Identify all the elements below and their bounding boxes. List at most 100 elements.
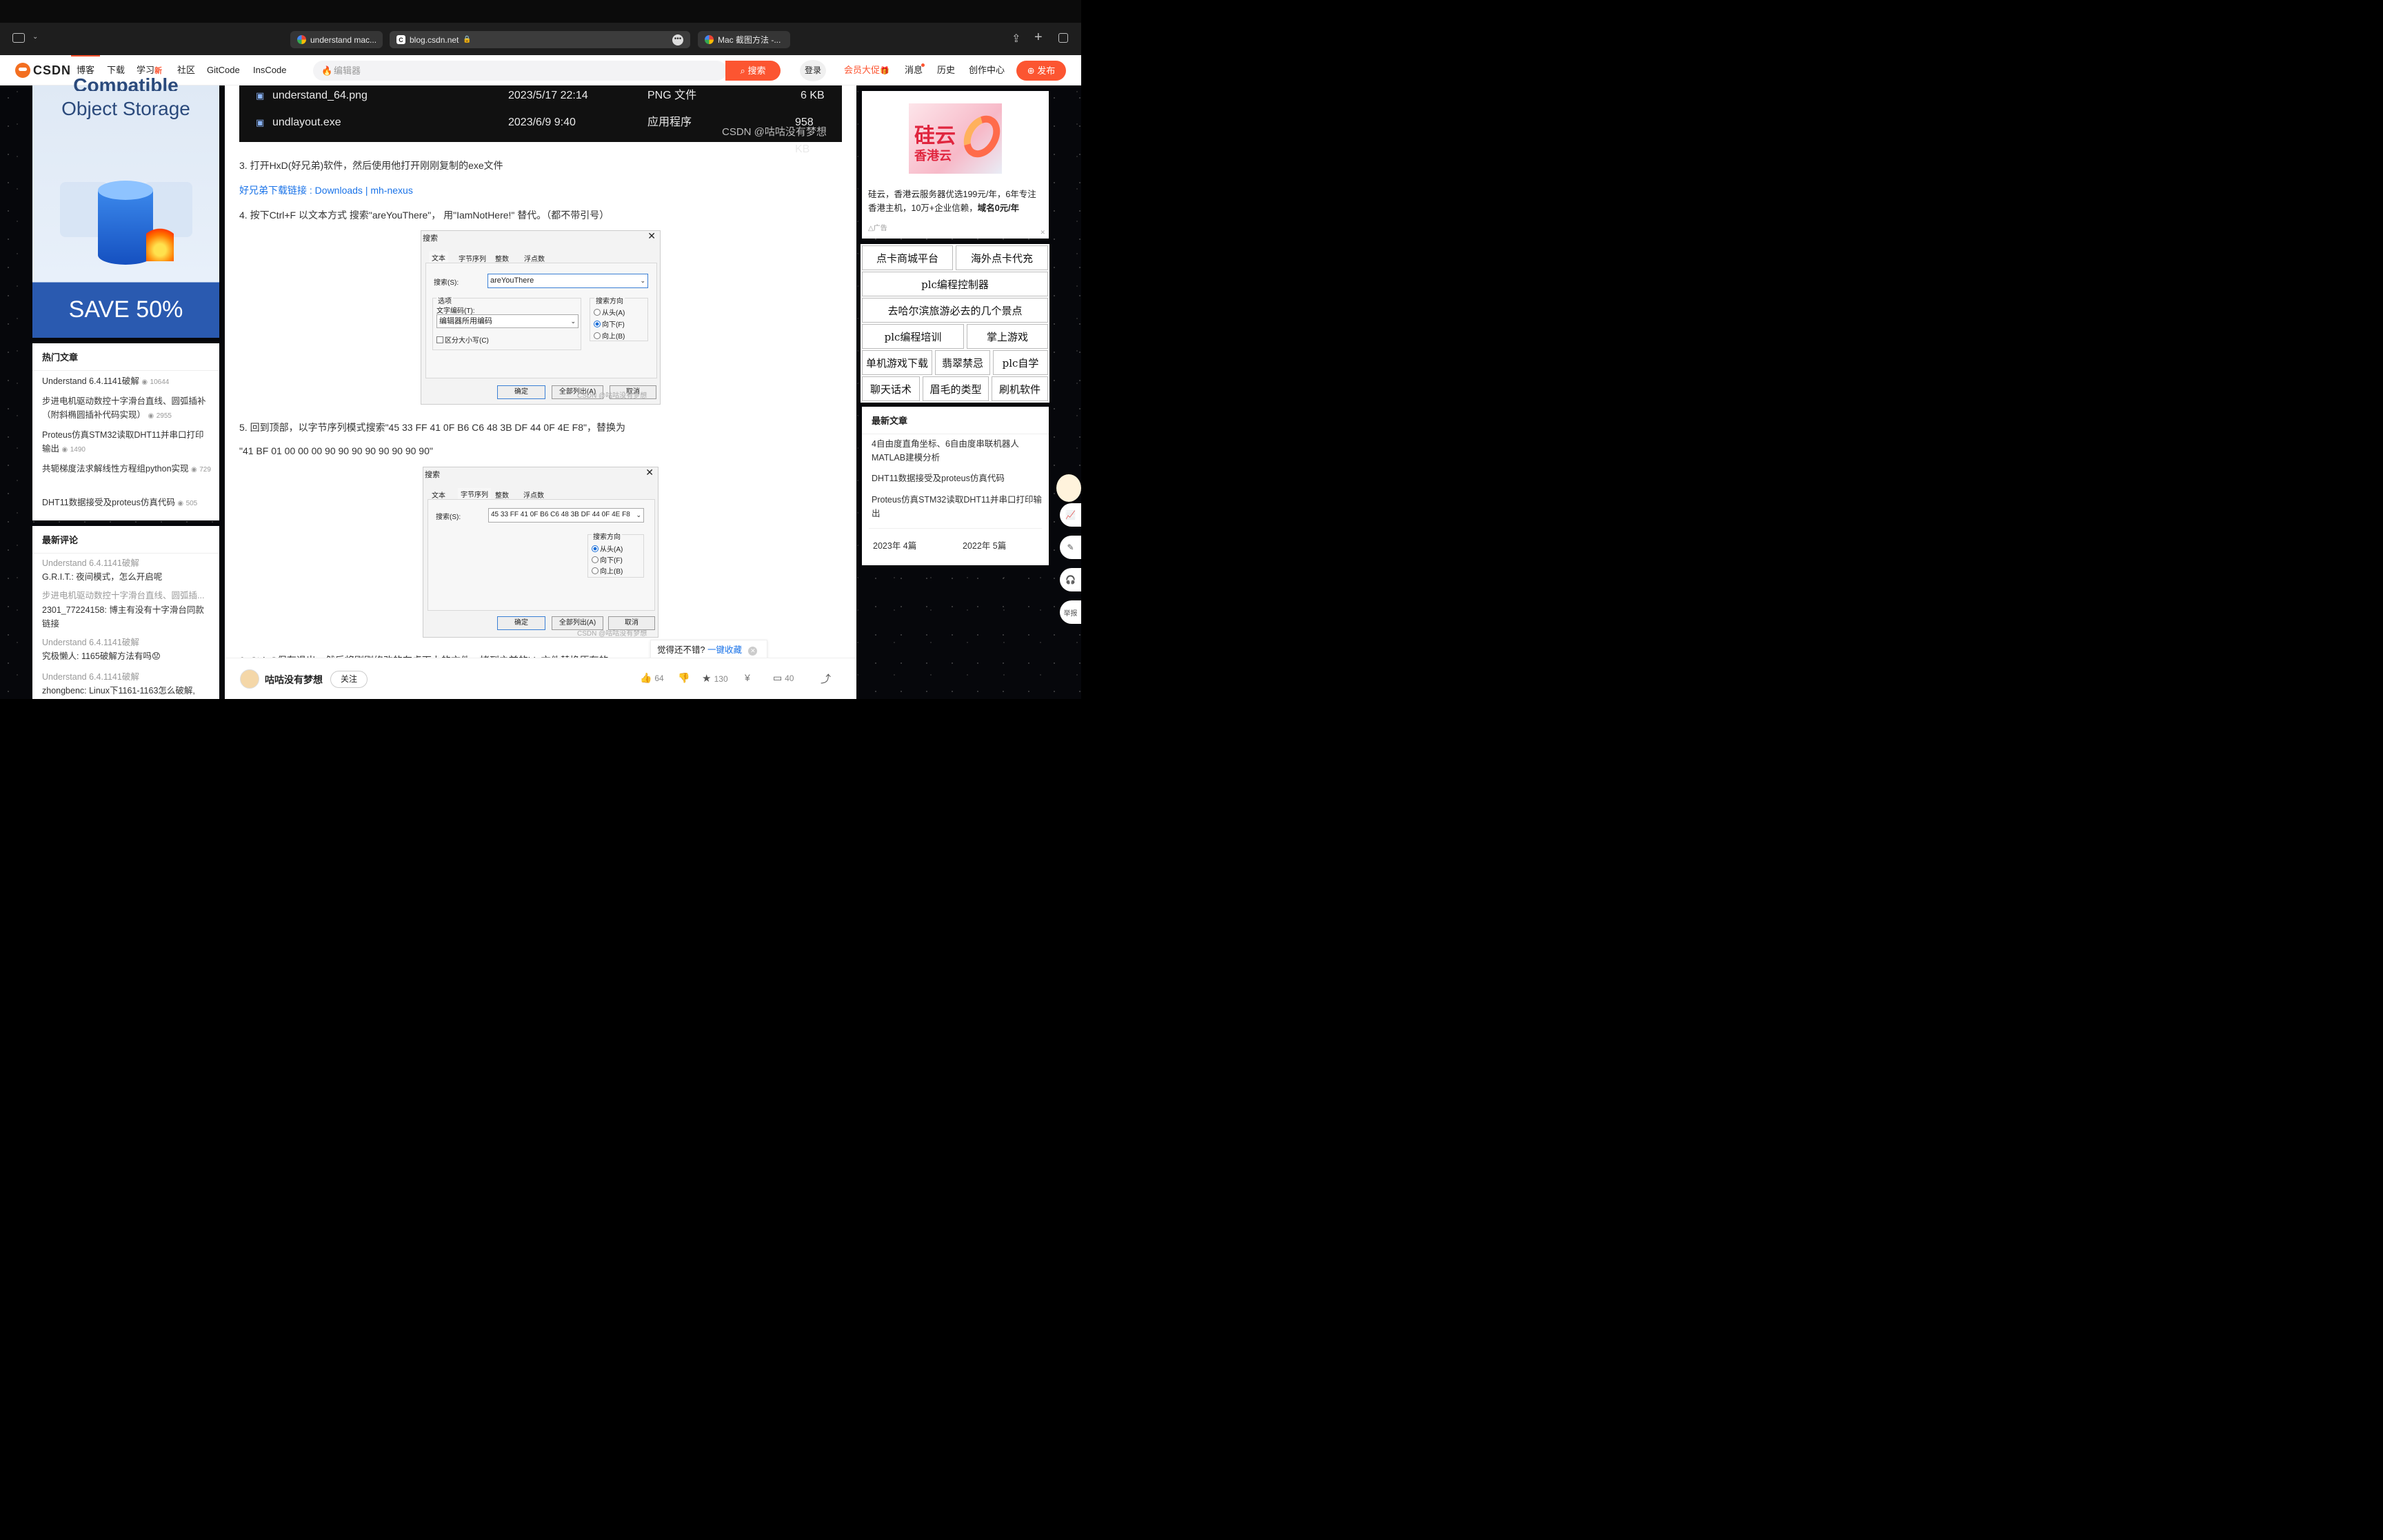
file-list-screenshot: ▣ understand_64.png 2023/5/17 22:14 PNG … bbox=[239, 85, 842, 155]
login-button[interactable]: 登录 bbox=[800, 60, 826, 81]
address-bar[interactable]: C blog.csdn.net 🔒 ••• bbox=[390, 31, 690, 48]
left-ad-banner[interactable]: Compatible Object Storage SAVE 50% bbox=[32, 74, 219, 338]
latest-articles-panel: 最新文章 4自由度直角坐标、6自由度串联机器人MATLAB建模分析 DHT11数… bbox=[862, 407, 1049, 565]
nav-creator-center[interactable]: 创作中心 bbox=[969, 55, 1005, 85]
comment-post[interactable]: Understand 6.4.1141破解 bbox=[42, 636, 139, 649]
archive-2022[interactable]: 2022年 5篇 bbox=[963, 539, 1006, 553]
author-name[interactable]: 咕咕没有梦想 bbox=[265, 673, 323, 687]
mascot-avatar[interactable] bbox=[1056, 474, 1081, 502]
tab-bytes[interactable]: 字节序列 bbox=[459, 253, 486, 263]
latest-article-item[interactable]: 4自由度直角坐标、6自由度串联机器人MATLAB建模分析 bbox=[872, 437, 1047, 465]
ad-label-text: 广告 bbox=[873, 225, 887, 232]
latest-article-item[interactable]: DHT11数据接受及proteus仿真代码 bbox=[872, 472, 1047, 485]
star-count: 130 bbox=[714, 674, 728, 684]
search-label: 搜索(S): bbox=[436, 514, 461, 521]
tab-float[interactable]: 浮点数 bbox=[524, 253, 545, 263]
close-icon[interactable]: ✕ bbox=[1040, 229, 1045, 236]
tab-text[interactable]: 文本 bbox=[432, 489, 445, 500]
tab-overview-icon[interactable] bbox=[1058, 33, 1068, 43]
archive-2023[interactable]: 2023年 4篇 bbox=[873, 539, 916, 553]
tag-item[interactable]: 眉毛的类型 bbox=[923, 376, 989, 401]
share-icon[interactable]: ⤴ bbox=[821, 671, 831, 686]
collect-link[interactable]: 一键收藏 bbox=[707, 645, 742, 655]
report-button[interactable]: 举报 bbox=[1060, 600, 1081, 624]
tab-float[interactable]: 浮点数 bbox=[523, 489, 544, 500]
tag-item[interactable]: plc自学 bbox=[993, 350, 1048, 375]
search-input[interactable]: 🔥 编辑器 bbox=[313, 61, 727, 81]
dir-from-top[interactable]: 从头(A) bbox=[594, 307, 625, 317]
tab-integer[interactable]: 整数 bbox=[495, 489, 509, 500]
hot-article-item[interactable]: 共轭梯度法求解线性方程组python实现 ◉ 729 bbox=[42, 462, 211, 477]
comment-post[interactable]: 步进电机驱动数控十字滑台直线、圆弧插... bbox=[42, 589, 204, 602]
reward-icon[interactable]: ¥ bbox=[745, 672, 750, 683]
dir-down[interactable]: 向下(F) bbox=[592, 554, 623, 565]
hot-article-item[interactable]: DHT11数据接受及proteus仿真代码 ◉ 505 bbox=[42, 496, 211, 511]
star-button[interactable]: ★ 130 bbox=[702, 672, 728, 685]
dir-up[interactable]: 向上(B) bbox=[594, 330, 625, 341]
hot-article-item[interactable]: Understand 6.4.1141破解 ◉ 10644 bbox=[42, 374, 211, 389]
file-size: 6 KB bbox=[801, 90, 825, 101]
vip-promo[interactable]: 会员大促🎁 bbox=[844, 55, 889, 85]
tag-item[interactable]: 刷机软件 bbox=[992, 376, 1048, 401]
dislike-icon[interactable]: 👎 bbox=[678, 672, 690, 684]
nav-inscode[interactable]: InsCode bbox=[253, 55, 286, 85]
share-icon[interactable]: ⇪ bbox=[1012, 32, 1020, 45]
hxd-download-link[interactable]: 好兄弟下载链接 : Downloads | mh-nexus bbox=[239, 183, 413, 197]
publish-button[interactable]: ⊕ 发布 bbox=[1016, 61, 1066, 81]
tab-bytes[interactable]: 字节序列 bbox=[458, 488, 491, 500]
headset-icon[interactable]: 🎧 bbox=[1060, 568, 1081, 591]
comment-post[interactable]: Understand 6.4.1141破解 bbox=[42, 556, 139, 570]
nav-history[interactable]: 历史 bbox=[937, 55, 955, 85]
nav-messages[interactable]: 消息 bbox=[905, 55, 923, 85]
new-tab-icon[interactable]: + bbox=[1034, 30, 1043, 45]
follow-button[interactable]: 关注 bbox=[330, 671, 368, 688]
tab-mac-screenshot[interactable]: Mac 截图方法 -... bbox=[698, 31, 790, 48]
close-icon[interactable]: ✕ bbox=[748, 647, 758, 656]
hot-article-item[interactable]: Proteus仿真STM32读取DHT11并串口打印输出 ◉ 1490 bbox=[42, 428, 211, 457]
chevron-down-icon: ⌄ bbox=[640, 277, 645, 284]
tag-item[interactable]: 海外点卡代充 bbox=[956, 245, 1048, 270]
sidebar-toggle-icon[interactable] bbox=[12, 33, 25, 43]
tag-item[interactable]: 点卡商城平台 bbox=[862, 245, 953, 270]
ad-sub: 香港云 bbox=[914, 149, 952, 163]
tab-understand[interactable]: understand mac... bbox=[290, 31, 383, 48]
search-placeholder: 编辑器 bbox=[334, 65, 361, 76]
more-icon[interactable]: ••• bbox=[672, 34, 683, 45]
tab-text[interactable]: 文本 bbox=[429, 252, 448, 263]
dir-from-top[interactable]: 从头(A) bbox=[592, 543, 623, 554]
ok-button[interactable]: 确定 bbox=[497, 385, 545, 399]
case-checkbox[interactable]: 区分大小写(C) bbox=[436, 334, 489, 345]
latest-article-item[interactable]: Proteus仿真STM32读取DHT11并串口打印输出 bbox=[872, 493, 1047, 520]
dir-up[interactable]: 向上(B) bbox=[592, 565, 623, 576]
tag-item[interactable]: 翡翠禁忌 bbox=[935, 350, 990, 375]
hot-article-item[interactable]: 步进电机驱动数控十字滑台直线、圆弧插补（附斜椭圆插补代码实现） ◉ 2955 bbox=[42, 394, 211, 423]
comment-text: zhongbenc: Linux下1161-1163怎么破解, bbox=[42, 686, 195, 696]
tag-item[interactable]: plc编程培训 bbox=[862, 324, 964, 349]
like-button[interactable]: 👍 64 bbox=[640, 672, 664, 684]
tag-item[interactable]: plc编程控制器 bbox=[862, 272, 1048, 296]
ok-button[interactable]: 确定 bbox=[497, 616, 545, 630]
eye-icon: ◉ bbox=[61, 446, 68, 454]
tag-item[interactable]: 单机游戏下载 bbox=[862, 350, 932, 375]
fire-icon: 🔥 bbox=[321, 65, 333, 76]
search-button[interactable]: ⌕ 搜索 bbox=[725, 61, 781, 81]
right-ad-card[interactable]: 硅云 香港云 硅云，香港云服务器优选199元/年，6年专注香港主机，10万+企业… bbox=[862, 91, 1049, 239]
chart-icon[interactable]: 📈 bbox=[1060, 503, 1081, 527]
tag-item[interactable]: 去哈尔滨旅游必去的几个景点 bbox=[862, 298, 1048, 323]
close-icon[interactable]: ✕ bbox=[647, 230, 656, 242]
comment-post[interactable]: Understand 6.4.1141破解 bbox=[42, 670, 139, 684]
tag-item[interactable]: 掌上游戏 bbox=[967, 324, 1048, 349]
search-field[interactable]: 45 33 FF 41 0F B6 C6 48 3B DF 44 0F 4E F… bbox=[488, 508, 644, 523]
tab-label: Mac 截图方法 -... bbox=[718, 35, 781, 45]
encoding-select[interactable]: 编辑器所用编码 ⌄ bbox=[436, 314, 579, 328]
tag-item[interactable]: 聊天话术 bbox=[862, 376, 920, 401]
tab-integer[interactable]: 整数 bbox=[495, 253, 509, 263]
edit-icon[interactable]: ✎ bbox=[1060, 536, 1081, 559]
dir-down[interactable]: 向下(F) bbox=[594, 318, 625, 329]
thumbs-up-icon: 👍 bbox=[640, 672, 652, 683]
comment-button[interactable]: ▭ 40 bbox=[773, 672, 794, 684]
chevron-down-icon[interactable]: ⌄ bbox=[32, 33, 38, 41]
close-icon[interactable]: ✕ bbox=[645, 467, 654, 478]
search-field[interactable]: areYouThere ⌄ bbox=[487, 274, 648, 288]
author-avatar[interactable] bbox=[240, 669, 259, 689]
